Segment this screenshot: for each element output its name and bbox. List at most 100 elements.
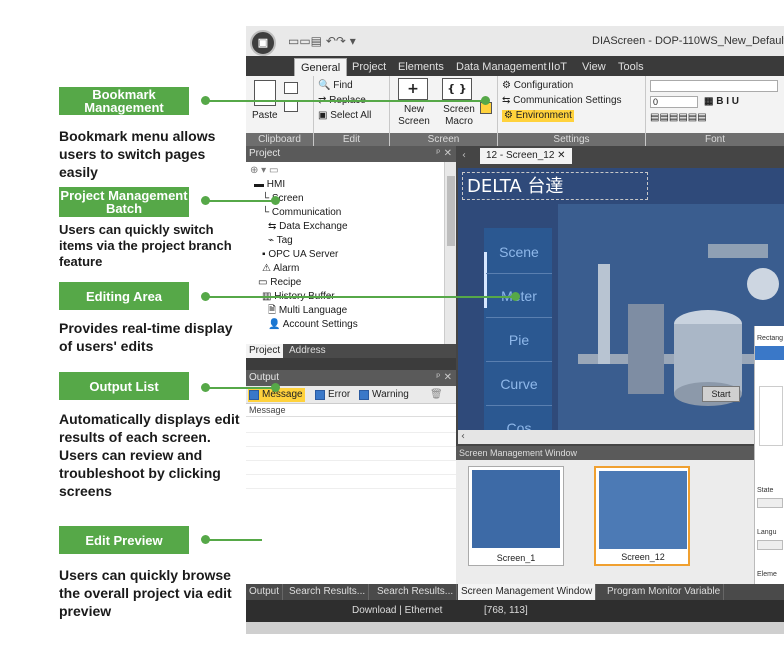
font-group: 0 ▦ B I U ▤▤▤▤▤▤ Font bbox=[646, 76, 784, 146]
screen-label: Screen bbox=[390, 133, 497, 146]
tab-elements[interactable]: Elements bbox=[392, 58, 450, 76]
communication-settings-button[interactable]: ⇆ Communication Settings bbox=[502, 95, 622, 107]
property-preview bbox=[759, 386, 783, 446]
tab-data-management[interactable]: Data Management bbox=[450, 58, 553, 76]
tree-item-hmi[interactable]: ▬ HMI bbox=[254, 178, 285, 191]
font-style-buttons[interactable]: ▦ B I U bbox=[704, 96, 739, 108]
tab-project[interactable]: Project bbox=[346, 58, 392, 76]
tab-program-monitor[interactable]: Program Monitor Variable bbox=[604, 584, 725, 600]
ribbon-tabs: General Project Elements Data Management… bbox=[246, 56, 784, 76]
configuration-button[interactable]: ⚙ Configuration bbox=[502, 80, 573, 92]
tree-item-screen[interactable]: └ Screen bbox=[262, 192, 304, 205]
warning-icon bbox=[359, 390, 369, 400]
font-size-select[interactable]: 0 bbox=[650, 96, 698, 108]
connector-line bbox=[206, 539, 262, 541]
state-field[interactable] bbox=[757, 498, 783, 508]
project-panel-title: Project bbox=[249, 148, 281, 159]
tree-item-alarm[interactable]: ⚠ Alarm bbox=[262, 262, 299, 275]
connector-line bbox=[206, 200, 276, 202]
thumbnail-image bbox=[472, 470, 560, 548]
property-tab[interactable] bbox=[755, 346, 784, 360]
tab-project-tree[interactable]: Project bbox=[246, 344, 284, 358]
alignment-buttons[interactable]: ▤▤▤▤▤▤ bbox=[650, 112, 707, 124]
output-column-header: Message bbox=[246, 404, 456, 417]
new-screen-button[interactable]: New Screen bbox=[392, 104, 436, 128]
font-label: Font bbox=[646, 133, 784, 146]
close-icon[interactable]: ᵖ ✕ bbox=[436, 370, 452, 386]
filter-error-button[interactable]: Error bbox=[314, 388, 352, 402]
tree-item-account-settings[interactable]: 👤 Account Settings bbox=[268, 318, 358, 331]
tab-search-results-2[interactable]: Search Results... bbox=[374, 584, 458, 600]
cut-icon[interactable] bbox=[284, 82, 298, 94]
screen-manager-window: Screen_1 Screen_12 bbox=[456, 460, 784, 584]
output-panel: Message Error Warning 🗑 Message bbox=[246, 386, 456, 584]
close-tab-icon[interactable]: ✕ bbox=[557, 150, 565, 161]
connector-dot bbox=[271, 196, 280, 205]
canvas-title[interactable]: DELTA 台達 bbox=[462, 172, 648, 200]
filter-error-label: Error bbox=[328, 389, 351, 400]
connector-dot bbox=[481, 96, 490, 105]
tab-tools[interactable]: Tools bbox=[612, 58, 650, 76]
menu-cos[interactable]: Cos bbox=[486, 406, 552, 430]
find-label: Find bbox=[333, 80, 353, 91]
document-tab-label: 12 - Screen_12 bbox=[486, 150, 555, 161]
scroll-thumb[interactable] bbox=[447, 176, 455, 246]
connector-line bbox=[206, 296, 516, 298]
project-panel-header: Project ᵖ ✕ bbox=[246, 146, 456, 162]
annotation-badge-bookmark: Bookmark Management bbox=[59, 87, 189, 115]
settings-label: Settings bbox=[498, 133, 645, 146]
error-icon bbox=[315, 390, 325, 400]
tab-output[interactable]: Output bbox=[246, 584, 284, 600]
tab-iiot[interactable]: IIoT bbox=[542, 58, 573, 76]
tab-general[interactable]: General bbox=[294, 58, 348, 76]
tab-screen-management[interactable]: Screen Management Window bbox=[458, 584, 597, 600]
tree-item-multi-language[interactable]: 🗎 Multi Language bbox=[268, 304, 347, 317]
process-illustration bbox=[558, 204, 784, 430]
environment-button[interactable]: ⚙ Environment bbox=[502, 110, 574, 122]
paste-button[interactable]: Paste bbox=[252, 110, 278, 122]
screen-canvas[interactable]: DELTA 台達 Scene Meter Pie Curve Cos Start bbox=[458, 168, 784, 430]
annotation-text-bookmark: Bookmark menu allows users to switch pag… bbox=[59, 128, 216, 180]
language-field[interactable] bbox=[757, 540, 783, 550]
screen-thumbnail[interactable]: Screen_1 bbox=[468, 466, 564, 566]
output-row bbox=[246, 474, 456, 475]
start-button[interactable]: Start bbox=[702, 386, 740, 402]
font-name-select[interactable] bbox=[650, 80, 778, 92]
menu-pie[interactable]: Pie bbox=[486, 318, 552, 362]
screen-thumbnail-selected[interactable]: Screen_12 bbox=[594, 466, 690, 566]
horizontal-scrollbar[interactable]: ‹ bbox=[458, 430, 784, 444]
tree-item-recipe[interactable]: ▭ Recipe bbox=[258, 276, 301, 289]
status-download: Download | Ethernet bbox=[352, 605, 443, 616]
find-button[interactable]: 🔍 Find bbox=[318, 80, 353, 92]
project-scrollbar[interactable] bbox=[444, 162, 456, 344]
status-bar: Download | Ethernet [768, 113] bbox=[246, 600, 784, 622]
annotation-text-output-list: Automatically displays edit results of e… bbox=[59, 411, 240, 499]
edit-label: Edit bbox=[314, 133, 389, 146]
tree-label: OPC UA Server bbox=[268, 249, 339, 260]
clear-icon[interactable]: 🗑 bbox=[428, 388, 445, 402]
element-label: Eleme bbox=[757, 571, 777, 578]
select-all-button[interactable]: ▣ Select All bbox=[318, 110, 371, 122]
tree-item-data-exchange[interactable]: ⇆ Data Exchange bbox=[268, 220, 348, 233]
window-shadow bbox=[246, 622, 784, 634]
screen-macro-button[interactable]: Screen Macro bbox=[436, 104, 482, 128]
tree-item-communication[interactable]: └ Communication bbox=[262, 206, 341, 219]
quick-access-icons[interactable]: ▭▭▤ ↶↷ ▾ bbox=[288, 34, 356, 48]
menu-curve[interactable]: Curve bbox=[486, 362, 552, 406]
thumbnail-caption: Screen_1 bbox=[496, 553, 536, 563]
document-tab[interactable]: 12 - Screen_12 ✕ bbox=[480, 148, 572, 164]
pipe bbox=[708, 244, 768, 258]
filter-warning-button[interactable]: Warning bbox=[358, 388, 411, 402]
tree-item-tag[interactable]: ⌁ Tag bbox=[268, 234, 293, 247]
tab-view[interactable]: View bbox=[576, 58, 612, 76]
tab-scroll-left-icon[interactable]: ‹ bbox=[462, 148, 466, 164]
tree-item-opc-ua-server[interactable]: ▪ OPC UA Server bbox=[262, 248, 338, 261]
tab-address[interactable]: Address bbox=[286, 344, 329, 358]
application-menu-button[interactable]: ▣ bbox=[250, 30, 276, 56]
annotation-text-editing-area: Provides real-time display of users' edi… bbox=[59, 320, 233, 354]
output-row bbox=[246, 432, 456, 433]
tab-search-results-1[interactable]: Search Results... bbox=[286, 584, 370, 600]
close-icon[interactable]: ᵖ ✕ bbox=[436, 146, 452, 162]
tree-toolbar[interactable]: ⊕ ▾ ▭ bbox=[250, 164, 278, 177]
menu-scene[interactable]: Scene bbox=[486, 230, 552, 274]
